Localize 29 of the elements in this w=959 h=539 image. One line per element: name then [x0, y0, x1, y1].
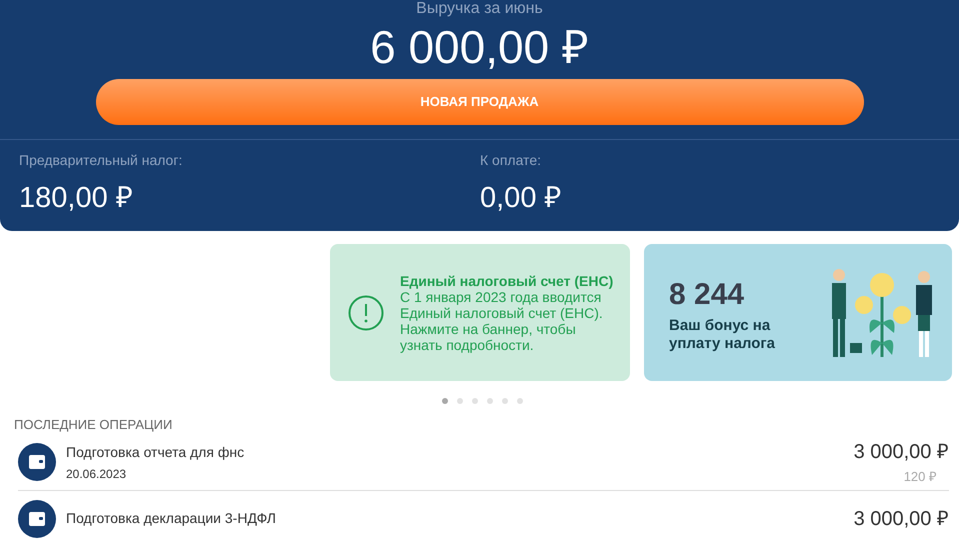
operation-amount: 3 000,00 ₽ — [854, 440, 949, 466]
banner-text: С 1 января 2023 года вводится Единый налоговый счет (ЕНС). Нажмите на баннер, чтобы узнать подробности. — [400, 288, 603, 352]
exclamation-icon — [348, 294, 384, 330]
page-dot[interactable] — [456, 398, 462, 404]
operation-name: Подготовка отчета для фнс — [66, 442, 246, 462]
operation-row[interactable]: Подготовка отчета для фнс 20.06.2023 3 000,00 ₽ 120 ₽ — [18, 434, 949, 490]
bonus-banner[interactable]: 8 244 Ваш бонус на уплату налога — [644, 244, 952, 381]
operation-name: Подготовка декларации 3-НДФЛ — [66, 509, 277, 528]
wallet-icon — [18, 500, 56, 538]
operation-fee: 120 ₽ — [902, 468, 937, 486]
stat-label: К оплате: — [480, 151, 542, 170]
operation-date: 20.06.2023 — [66, 466, 128, 482]
operation-amount: 3 000,00 ₽ — [854, 506, 949, 532]
page-dot[interactable] — [502, 398, 508, 404]
wallet-icon — [18, 443, 56, 481]
operation-row[interactable]: Подготовка декларации 3-НДФЛ 3 000,00 ₽ — [18, 490, 949, 539]
page-dot[interactable] — [516, 398, 522, 404]
bonus-text: Ваш бонус на уплату налога — [669, 317, 776, 353]
section-title: ПОСЛЕДНИЕ ОПЕРАЦИИ — [14, 416, 174, 434]
revenue-caption: Выручка за июнь — [415, 0, 544, 18]
bonus-amount: 8 244 — [669, 277, 746, 313]
stat-value: 180,00 ₽ — [19, 181, 134, 216]
page-dot[interactable] — [442, 398, 448, 404]
stat-label: Предварительный налог: — [19, 151, 184, 170]
revenue-amount: 6 000,00 ₽ — [369, 21, 590, 73]
stat-value: 0,00 ₽ — [480, 181, 562, 216]
page-dot[interactable] — [472, 398, 478, 404]
page-dot[interactable] — [486, 398, 492, 404]
banner-title: Единый налоговый счет (ЕНС) — [400, 272, 614, 288]
